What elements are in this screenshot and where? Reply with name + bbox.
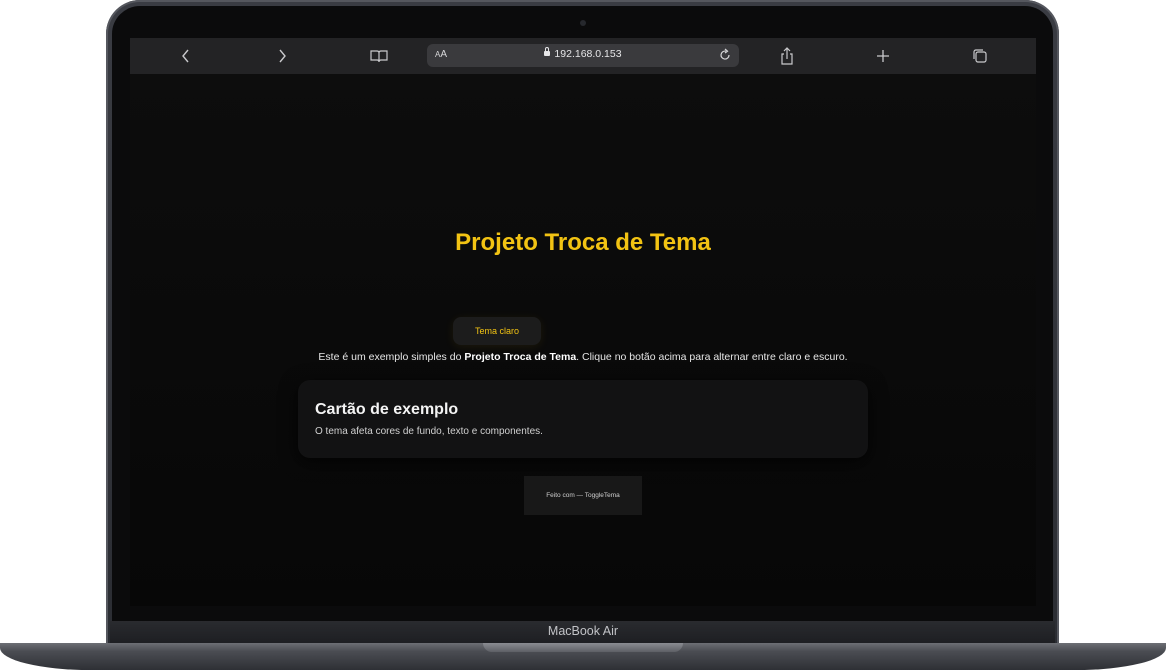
camera-icon xyxy=(580,20,586,26)
intro-suffix: . Clique no botão acima para alternar en… xyxy=(576,351,848,363)
new-tab-icon[interactable] xyxy=(870,43,896,69)
browser-window: AA 192.168.0.153 Projeto Troca de Tema T… xyxy=(130,38,1036,606)
device-model-label: MacBook Air xyxy=(547,624,619,638)
url-text: 192.168.0.153 xyxy=(554,48,622,60)
card-text: O tema afeta cores de fundo, texto e com… xyxy=(315,426,543,437)
lock-icon xyxy=(544,47,551,56)
example-card: Cartão de exemplo O tema afeta cores de … xyxy=(298,380,868,458)
url-display[interactable]: 192.168.0.153 xyxy=(427,47,739,60)
forward-icon[interactable] xyxy=(269,43,295,69)
back-icon[interactable] xyxy=(173,43,199,69)
tabs-icon[interactable] xyxy=(967,43,993,69)
address-bar[interactable]: AA 192.168.0.153 xyxy=(427,44,739,67)
intro-text: Este é um exemplo simples do Projeto Tro… xyxy=(130,351,1036,363)
reload-icon[interactable] xyxy=(716,46,734,64)
bookmarks-icon[interactable] xyxy=(366,43,392,69)
share-icon[interactable] xyxy=(774,43,800,69)
page-footer: Feito com — ToggleTema xyxy=(524,476,642,515)
theme-toggle-button[interactable]: Tema claro xyxy=(453,317,541,345)
card-title: Cartão de exemplo xyxy=(315,401,459,418)
intro-project-name: Projeto Troca de Tema xyxy=(464,351,577,363)
page-title: Projeto Troca de Tema xyxy=(455,229,711,256)
web-page: Projeto Troca de Tema Tema claro Este é … xyxy=(130,74,1036,606)
intro-prefix: Este é um exemplo simples do xyxy=(318,351,465,363)
browser-toolbar: AA 192.168.0.153 xyxy=(130,38,1036,74)
laptop-opening-notch xyxy=(483,643,683,652)
